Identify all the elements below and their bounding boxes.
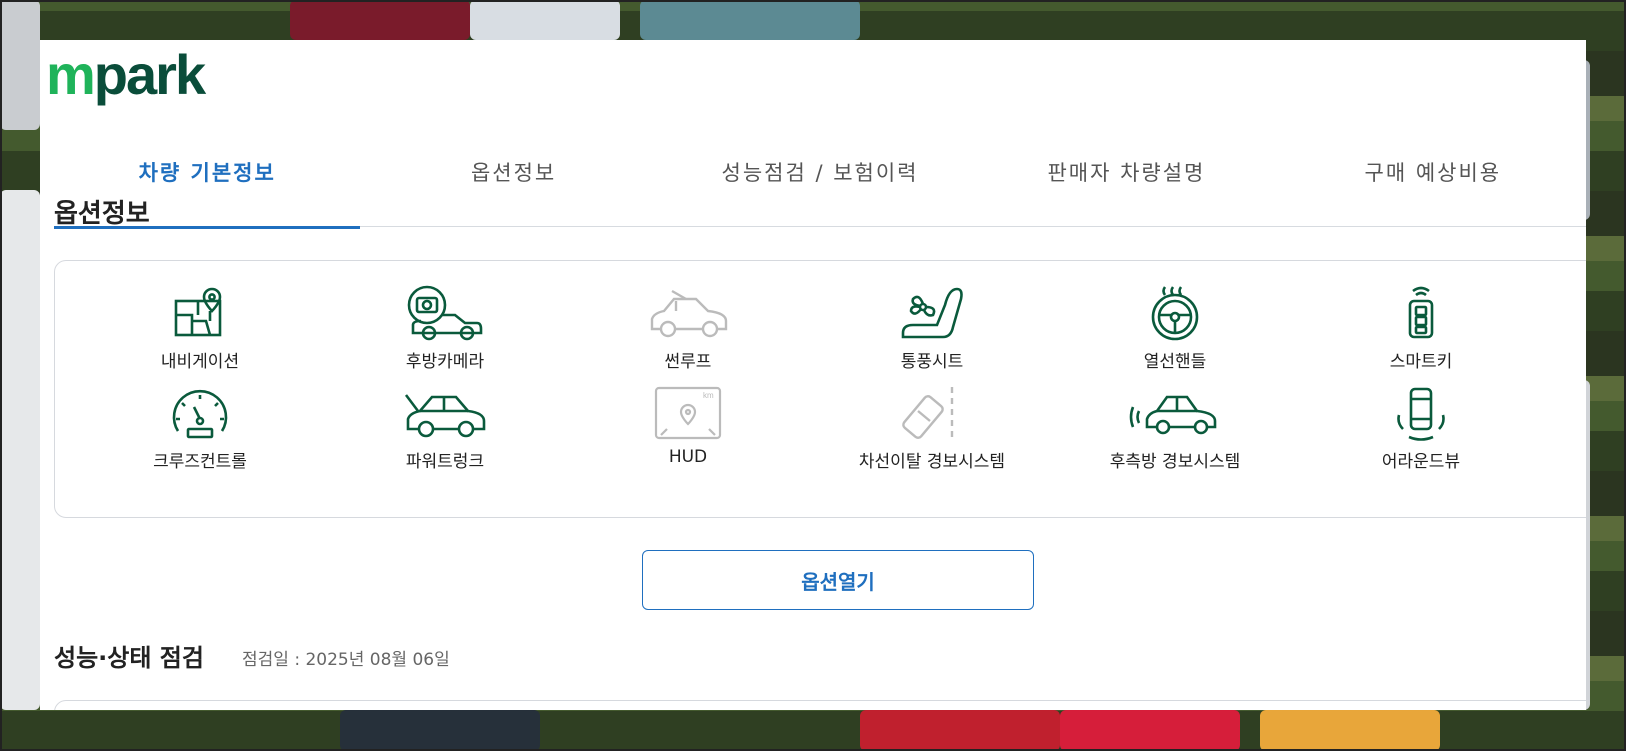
option-smart-key: 스마트키 — [1311, 285, 1531, 372]
performance-section-title: 성능·상태 점검 — [54, 644, 204, 672]
option-hud: km HUD — [578, 385, 798, 467]
options-grid: 내비게이션 후방카메라 썬루프 통풍시트 열선핸들 스마트키 크루즈컨트롤 파워… — [54, 260, 1586, 518]
inspection-date: 점검일 : 2025년 08월 06일 — [242, 650, 450, 670]
open-options-button[interactable]: 옵션열기 — [642, 550, 1034, 610]
rear-camera-icon — [407, 285, 483, 341]
option-around-view: 어라운드뷰 — [1311, 385, 1531, 472]
option-rear-camera: 후방카메라 — [335, 285, 555, 372]
around-view-icon — [1397, 387, 1445, 441]
option-sunroof: 썬루프 — [578, 285, 798, 372]
smart-key-icon — [1408, 286, 1434, 339]
performance-box — [54, 700, 1586, 710]
option-lane-departure: 차선이탈 경보시스템 — [822, 385, 1042, 472]
power-trunk-icon — [404, 394, 486, 438]
cruise-control-icon — [172, 389, 228, 439]
tab-expected-cost[interactable]: 구매 예상비용 — [1280, 117, 1586, 227]
svg-text:km: km — [703, 391, 714, 400]
lane-departure-icon — [902, 387, 954, 439]
sunroof-icon — [650, 289, 728, 338]
mpark-logo[interactable]: mpark — [46, 42, 206, 107]
blind-spot-icon — [1129, 395, 1217, 435]
option-heated-steering: 열선핸들 — [1065, 285, 1285, 372]
heated-steering-icon — [1151, 286, 1199, 341]
tab-inspection-insurance[interactable]: 성능점검 / 보험이력 — [667, 117, 973, 227]
tab-options[interactable]: 옵션정보 — [360, 117, 666, 227]
navigation-icon — [174, 287, 222, 337]
option-navigation: 내비게이션 — [90, 285, 310, 372]
option-cruise-control: 크루즈컨트롤 — [90, 385, 310, 472]
option-blind-spot: 후측방 경보시스템 — [1065, 385, 1285, 472]
option-ventilated-seat: 통풍시트 — [822, 285, 1042, 372]
detail-panel: mpark 차량 기본정보 옵션정보 성능점검 / 보험이력 판매자 차량설명 … — [40, 40, 1586, 710]
option-power-trunk: 파워트렁크 — [335, 385, 555, 472]
options-section-title: 옵션정보 — [54, 199, 150, 229]
tab-bar: 차량 기본정보 옵션정보 성능점검 / 보험이력 판매자 차량설명 구매 예상비… — [54, 117, 1586, 229]
tab-seller-description[interactable]: 판매자 차량설명 — [973, 117, 1279, 227]
ventilated-seat-icon — [901, 287, 963, 339]
hud-icon: km — [654, 386, 722, 440]
